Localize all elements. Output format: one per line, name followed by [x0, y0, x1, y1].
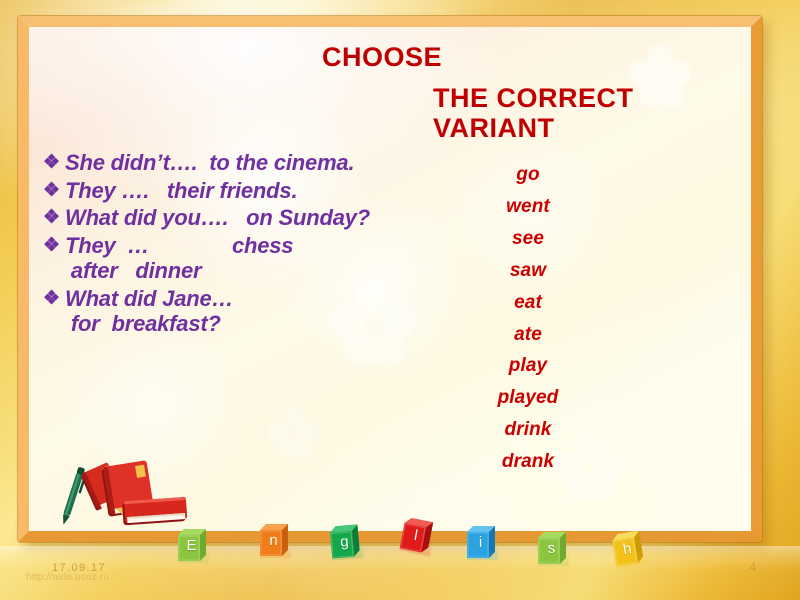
sentence-text: What did you…. on Sunday? [65, 205, 371, 231]
word-bank-item: went [506, 195, 550, 217]
books-and-pen-icon [53, 457, 193, 529]
title-line-1: CHOOSE [321, 42, 443, 72]
diamond-bullet-icon: ❖ [43, 234, 61, 256]
word-bank-item: drink [504, 419, 552, 441]
letter-cube-g: g [327, 521, 370, 564]
slide: CHOOSE THE CORRECT VARIANT ❖ She didn’t…… [0, 0, 800, 600]
sentence-list: ❖ She didn’t…. to the cinema. ❖ They …. … [43, 150, 415, 339]
sentence-item: ❖ What did Jane… for breakfast? [43, 286, 415, 337]
word-bank-list: go went see saw eat ate play played drin… [433, 159, 623, 478]
sentence-text: She didn’t…. to the cinema. [65, 150, 355, 175]
word-bank-item: see [511, 227, 544, 249]
letter-cube-i: i [465, 524, 505, 564]
cube-reflection [538, 550, 569, 566]
page-title: CHOOSE THE CORRECT VARIANT [29, 43, 751, 143]
title-line-3: VARIANT [433, 113, 555, 144]
sentence-text: They …. their friends. [65, 177, 298, 203]
sentence-item: ❖ What did you…. on Sunday? [43, 205, 415, 231]
slide-canvas: CHOOSE THE CORRECT VARIANT ❖ She didn’t…… [29, 27, 751, 531]
diamond-bullet-icon: ❖ [43, 207, 61, 229]
slide-frame: CHOOSE THE CORRECT VARIANT ❖ She didn’t…… [18, 16, 762, 542]
word-bank-item: play [508, 355, 548, 377]
word-bank-item: eat [514, 291, 542, 313]
letter-cube-l: l [397, 515, 444, 562]
letter-cube-E: E [176, 527, 216, 567]
title-line-2: THE CORRECT [433, 82, 634, 113]
word-bank-item: played [497, 387, 559, 409]
letter-cube-h: h [609, 527, 655, 573]
word-bank-item: drank [501, 451, 555, 473]
sentence-text: What did Jane… for breakfast? [65, 285, 234, 337]
diamond-bullet-icon: ❖ [43, 287, 61, 309]
word-bank-item: ate [514, 323, 542, 345]
page-number: 4 [749, 560, 756, 574]
decorative-flower-icon [629, 45, 693, 109]
word-bank-item: go [516, 164, 540, 185]
diamond-bullet-icon: ❖ [43, 152, 61, 173]
source-url: http://aida.ucoz.ru [26, 572, 110, 583]
cube-reflection [331, 542, 364, 561]
sentence-item: ❖ She didn’t…. to the cinema. [43, 150, 415, 176]
sentence-item: ❖ They …. their friends. [43, 178, 415, 204]
cube-reflection [260, 542, 291, 558]
word-bank-item: saw [509, 259, 547, 281]
sentence-item: ❖ They … chess after dinner [43, 233, 415, 284]
sentence-text: They … chess after dinner [65, 232, 294, 284]
cube-reflection [178, 547, 209, 563]
decorative-flower-icon [267, 405, 319, 459]
diamond-bullet-icon: ❖ [43, 179, 61, 201]
cube-reflection [467, 544, 498, 560]
letter-cube-s: s [536, 530, 576, 570]
letter-cube-n: n [258, 522, 298, 562]
